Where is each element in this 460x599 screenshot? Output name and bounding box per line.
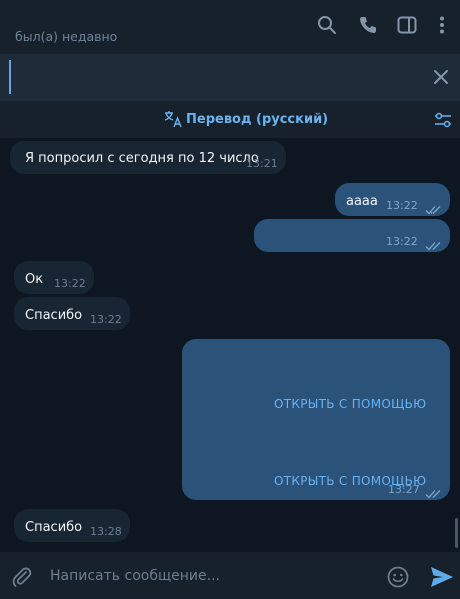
text-caret <box>9 60 11 94</box>
read-checkmarks-icon <box>425 236 441 251</box>
message-text: Ок <box>25 272 44 287</box>
phone-icon[interactable] <box>357 14 379 36</box>
message-input[interactable] <box>50 561 370 591</box>
message-text: Я попросил с сегодня по 12 число <box>25 151 259 166</box>
message-time: 13:22 <box>386 199 418 212</box>
search-icon[interactable] <box>316 14 338 36</box>
message-time: 13:22 <box>90 313 122 326</box>
close-icon[interactable] <box>432 68 450 86</box>
message-time: 13:27 <box>388 483 420 496</box>
translate-settings-icon[interactable] <box>433 110 453 130</box>
contact-status: был(а) недавно <box>15 29 118 44</box>
translate-icon[interactable] <box>164 110 182 128</box>
message-time: 13:22 <box>54 277 86 290</box>
chat-scrollbar[interactable] <box>455 518 458 548</box>
message-text: Спасибо <box>25 520 83 535</box>
chat-header <box>0 0 460 54</box>
sidebar-toggle-icon[interactable] <box>396 14 418 36</box>
search-bar <box>0 54 460 101</box>
more-vertical-icon[interactable] <box>431 14 453 36</box>
message-search-input[interactable] <box>16 62 416 92</box>
message-time: 13:21 <box>246 157 278 170</box>
translate-button[interactable]: Перевод (русский) <box>186 112 328 127</box>
message-time: 13:28 <box>90 525 122 538</box>
send-icon[interactable] <box>429 564 455 590</box>
message-text: Спасибо <box>25 308 83 323</box>
message-bubble-outgoing[interactable] <box>254 219 450 252</box>
emoji-icon[interactable] <box>386 565 410 589</box>
read-checkmarks-icon <box>425 200 441 215</box>
message-time: 13:22 <box>386 235 418 248</box>
message-text: аааа <box>346 194 378 209</box>
open-with-button[interactable]: ОТКРЫТЬ С ПОМОЩЬЮ <box>274 397 426 411</box>
attach-paperclip-icon[interactable] <box>10 565 34 589</box>
read-checkmarks-icon <box>425 484 441 499</box>
